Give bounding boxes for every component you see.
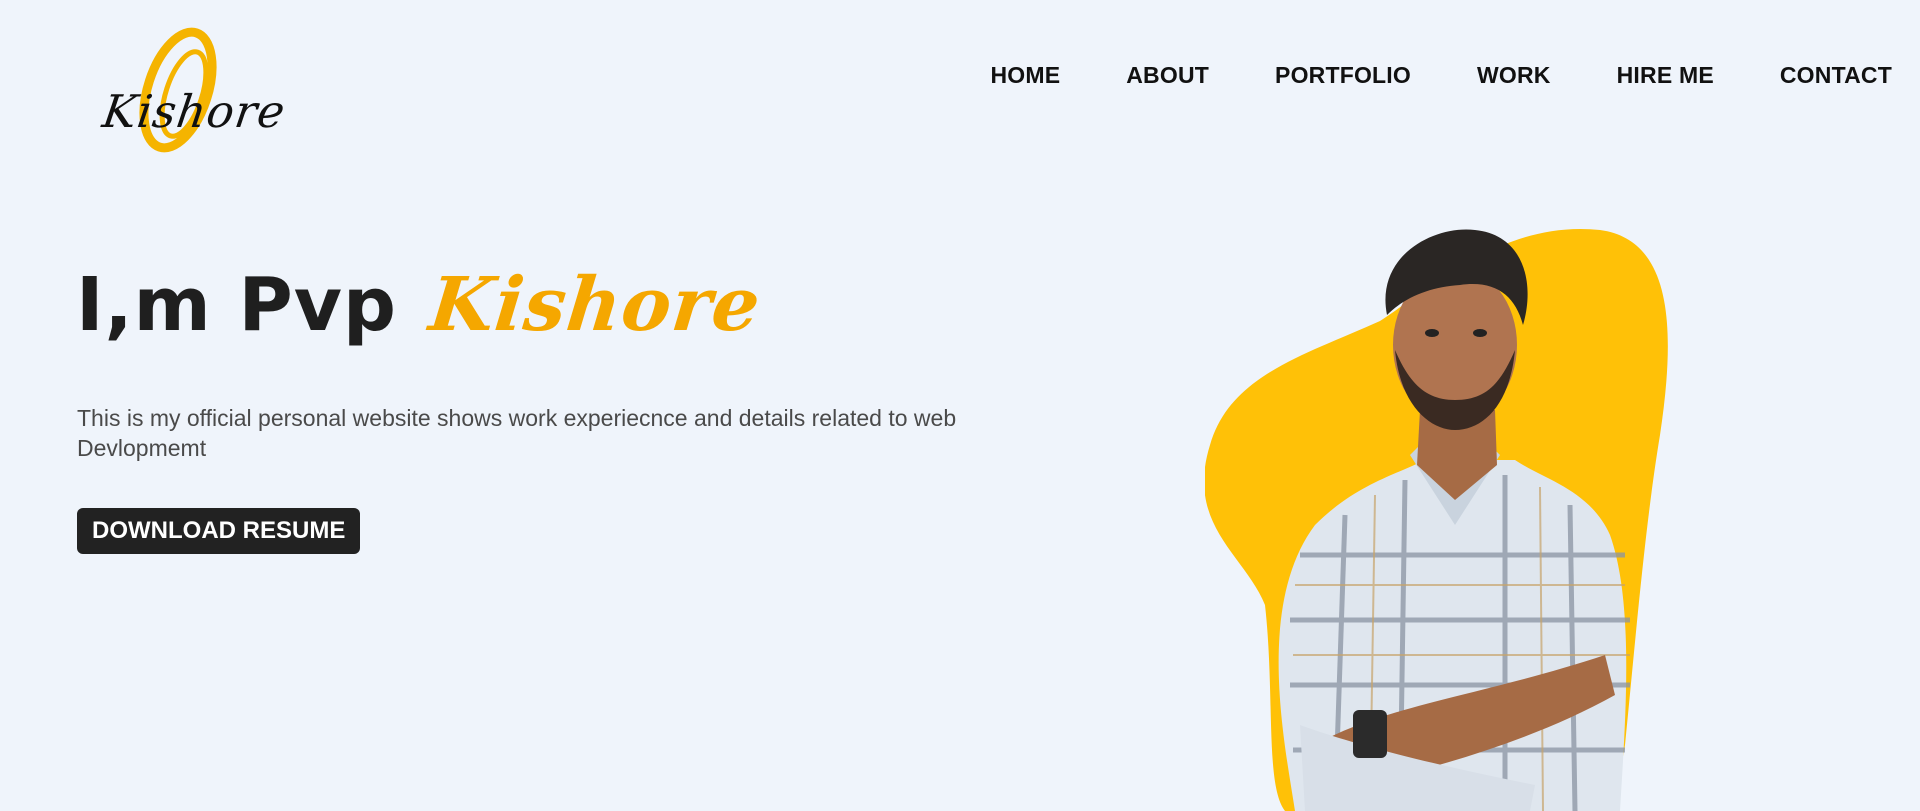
- logo-text: Kishore: [99, 85, 290, 138]
- nav-item-home[interactable]: HOME: [990, 62, 1060, 89]
- nav-item-work[interactable]: WORK: [1477, 62, 1551, 89]
- hero-title-prefix: I,m Pvp: [76, 262, 424, 348]
- nav-item-hire-me[interactable]: HIRE ME: [1617, 62, 1714, 89]
- nav-item-about[interactable]: ABOUT: [1126, 62, 1209, 89]
- nav-item-portfolio[interactable]: PORTFOLIO: [1275, 62, 1411, 89]
- download-resume-button[interactable]: DOWNLOAD RESUME: [77, 508, 361, 554]
- main-nav: HOME ABOUT PORTFOLIO WORK HIRE ME CONTAC…: [924, 62, 1892, 89]
- nav-item-contact[interactable]: CONTACT: [1780, 62, 1892, 89]
- person-portrait-icon: [1204, 228, 1668, 811]
- page: Kishore HOME ABOUT PORTFOLIO WORK HIRE M…: [0, 0, 1920, 811]
- hero-title: I,m Pvp Kishore: [76, 262, 765, 348]
- portrait-image: [1204, 225, 1685, 811]
- hero-description: This is my official personal website sho…: [77, 405, 957, 461]
- hero-title-highlight: Kishore: [425, 262, 765, 348]
- logo[interactable]: Kishore: [99, 22, 289, 162]
